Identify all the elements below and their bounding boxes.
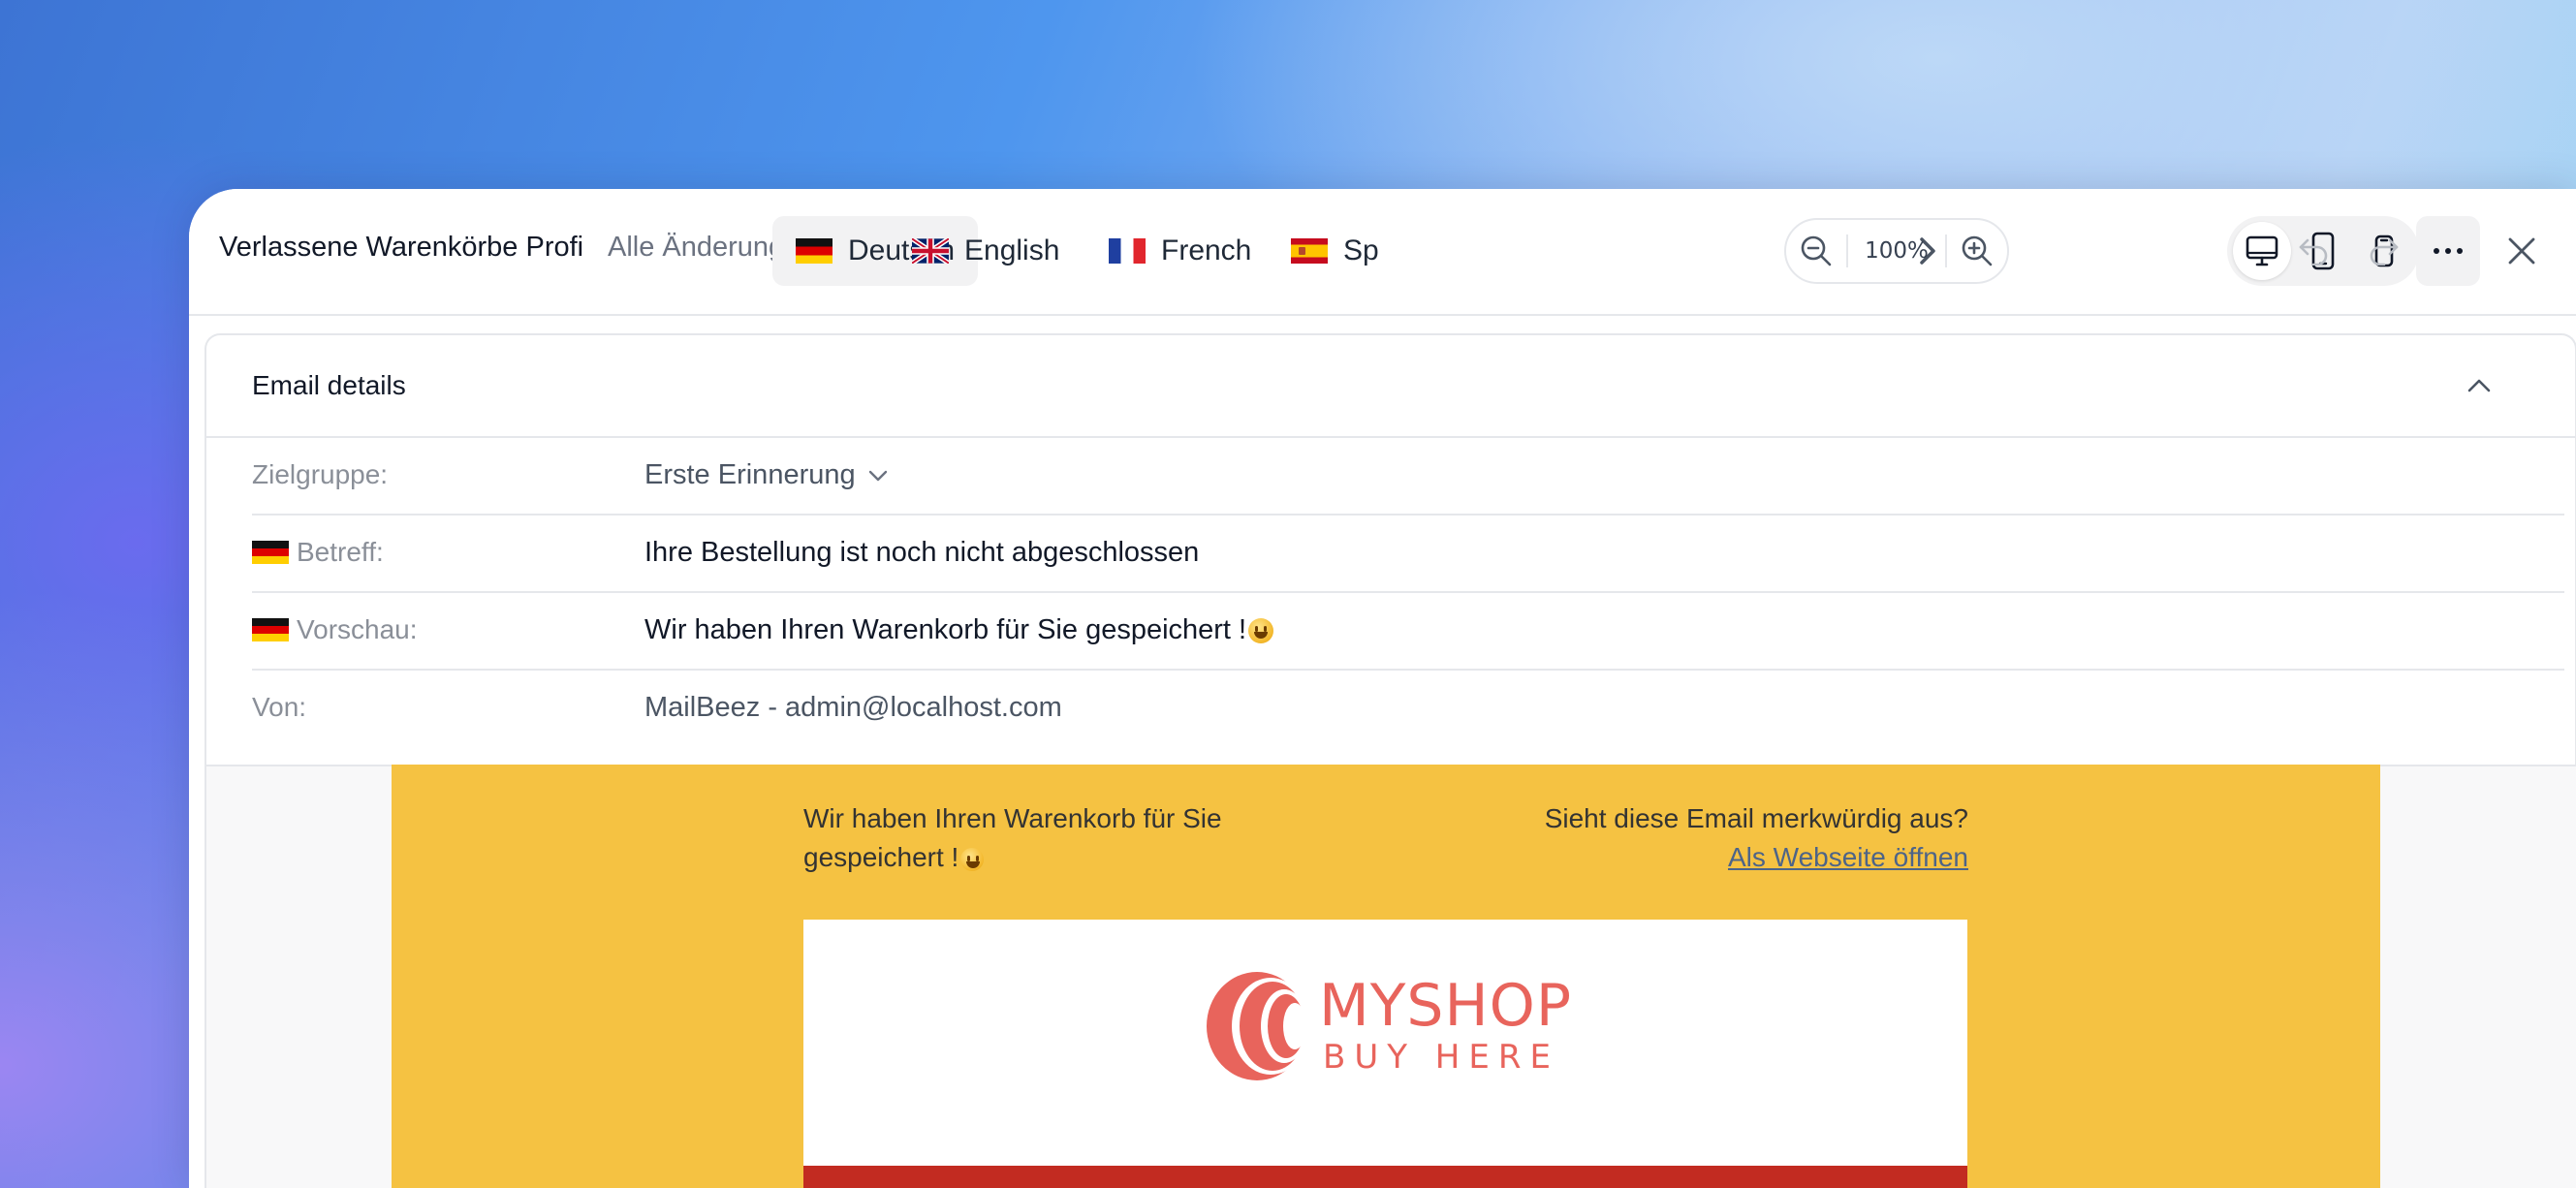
grinning-emoji-icon bbox=[960, 847, 985, 871]
grinning-emoji-icon bbox=[1248, 617, 1274, 643]
editor-toolbar: Verlassene Warenkörbe Profi Alle Änderun… bbox=[189, 189, 2576, 316]
audience-label: Zielgruppe: bbox=[252, 459, 389, 489]
zoom-in-button[interactable] bbox=[1947, 220, 2007, 282]
germany-flag-icon bbox=[796, 238, 832, 264]
preview-field[interactable]: Wir haben Ihren Warenkorb für Sie gespei… bbox=[644, 614, 1274, 646]
redo-button[interactable] bbox=[2357, 224, 2411, 278]
email-details-header[interactable]: Email details bbox=[206, 335, 2575, 438]
view-question: Sieht diese Email merkwürdig aus? bbox=[1544, 803, 1968, 833]
zoom-out-icon bbox=[1801, 235, 1832, 266]
subject-label-group: Betreff: bbox=[252, 537, 384, 568]
collapse-details-button[interactable] bbox=[2458, 364, 2500, 407]
view-as-webpage-link[interactable]: Als Webseite öffnen bbox=[1728, 838, 1968, 877]
tab-language-label: English bbox=[964, 234, 1060, 266]
subject-field[interactable]: Ihre Bestellung ist noch nicht abgeschlo… bbox=[644, 537, 1199, 569]
logo-title: MYSHOP bbox=[1319, 972, 1573, 1040]
subject-label: Betreff: bbox=[297, 537, 384, 567]
email-preview: Wir haben Ihren Warenkorb für Sie gespei… bbox=[392, 765, 2380, 1188]
logo-mark-icon bbox=[1207, 972, 1309, 1080]
subject-value: Ihre Bestellung ist noch nicht abgeschlo… bbox=[644, 537, 1200, 568]
close-icon bbox=[2508, 237, 2535, 265]
email-details-panel: Email details Zielgruppe: Erste Erinneru… bbox=[204, 333, 2576, 765]
chevron-down-icon bbox=[868, 470, 887, 481]
audience-value: Erste Erinnerung bbox=[644, 459, 856, 490]
more-horizontal-icon bbox=[2434, 248, 2463, 254]
tab-language-label: French bbox=[1161, 234, 1252, 266]
email-preheader: Wir haben Ihren Warenkorb für Sie gespei… bbox=[803, 799, 1259, 877]
close-button[interactable] bbox=[2495, 224, 2549, 278]
uk-flag-icon bbox=[912, 238, 949, 264]
zoom-control: 100% bbox=[1784, 218, 2009, 284]
germany-flag-icon bbox=[252, 618, 289, 641]
preview-value: Wir haben Ihren Warenkorb für Sie gespei… bbox=[644, 614, 1247, 645]
from-value: MailBeez - admin@localhost.com bbox=[644, 692, 1062, 723]
redo-icon bbox=[2370, 238, 2399, 266]
france-flag-icon bbox=[1109, 238, 1146, 264]
germany-flag-icon bbox=[252, 541, 289, 564]
audience-select[interactable]: Erste Erinnerung bbox=[644, 459, 889, 491]
email-body: MYSHOP BUY HERE bbox=[803, 920, 1967, 1188]
shop-logo[interactable]: MYSHOP BUY HERE bbox=[1199, 968, 1586, 1084]
from-row: Von: MailBeez - admin@localhost.com bbox=[252, 671, 2564, 748]
tab-language-spanish[interactable]: Sp bbox=[1268, 216, 1402, 286]
device-desktop-button[interactable] bbox=[2233, 222, 2291, 280]
undo-button[interactable] bbox=[2286, 224, 2340, 278]
preview-row: Vorschau: Wir haben Ihren Warenkorb für … bbox=[252, 593, 2564, 671]
email-view-online: Sieht diese Email merkwürdig aus? Als We… bbox=[1464, 799, 1968, 877]
tab-language-label: Sp bbox=[1343, 234, 1379, 266]
zoom-level: 100% bbox=[1865, 238, 1929, 264]
campaign-title[interactable]: Verlassene Warenkörbe Profi bbox=[219, 232, 583, 264]
tab-language-french[interactable]: French bbox=[1085, 216, 1274, 286]
preview-label: Vorschau: bbox=[297, 614, 418, 644]
more-options-button[interactable] bbox=[2416, 216, 2480, 286]
chevron-up-icon bbox=[2467, 379, 2491, 392]
subject-row: Betreff: Ihre Bestellung ist noch nicht … bbox=[252, 516, 2564, 593]
zoom-out-button[interactable] bbox=[1786, 220, 1846, 282]
audience-row: Zielgruppe: Erste Erinnerung bbox=[252, 438, 2564, 516]
from-field[interactable]: MailBeez - admin@localhost.com bbox=[644, 692, 1062, 724]
spain-flag-icon bbox=[1291, 238, 1328, 264]
email-banner-band bbox=[803, 1166, 1967, 1188]
preview-label-group: Vorschau: bbox=[252, 614, 418, 645]
email-details-title: Email details bbox=[252, 370, 406, 400]
undo-icon bbox=[2299, 238, 2328, 266]
preheader-text: Wir haben Ihren Warenkorb für Sie gespei… bbox=[803, 803, 1222, 872]
editor-window: Verlassene Warenkörbe Profi Alle Änderun… bbox=[189, 189, 2576, 1188]
desktop-icon bbox=[2246, 235, 2278, 266]
logo-tagline: BUY HERE bbox=[1323, 1038, 1559, 1077]
tab-language-english[interactable]: English bbox=[889, 216, 1083, 286]
zoom-in-icon bbox=[1962, 235, 1993, 266]
from-label: Von: bbox=[252, 692, 307, 722]
